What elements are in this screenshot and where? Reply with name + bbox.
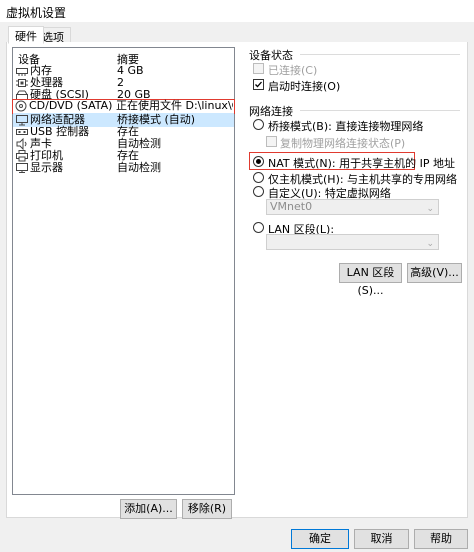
device-name: 显示器 [30,161,63,174]
remove-device-button[interactable]: 移除(R) [182,499,232,519]
nat-radio[interactable] [253,156,264,167]
tab-hardware[interactable]: 硬件 [8,26,44,44]
bridged-radio[interactable] [253,119,264,130]
window-title: 虚拟机设置 [6,6,67,20]
connect-at-power-on-label: 启动时连接(O) [268,80,341,93]
custom-radio[interactable] [253,186,264,197]
ok-button[interactable]: 确定 [291,529,349,549]
replicate-label: 复制物理网络连接状态(P) [280,137,406,150]
bridged-label: 桥接模式(B): 直接连接物理网络 [268,120,424,133]
custom-vmnet-select[interactable]: VMnet0 ⌄ [266,199,439,215]
nat-label: NAT 模式(N): 用于共享主机的 IP 地址 [268,157,455,170]
lan-segment-radio[interactable] [253,222,264,233]
device-row-cdrom[interactable]: CD/DVD (SATA) 正在使用文件 D:\linux\CenoS... [12,99,235,114]
title-bar: 虚拟机设置 [0,0,474,22]
connect-at-power-on-checkbox[interactable] [253,79,264,90]
tab-hardware-label: 硬件 [15,30,37,43]
lan-segments-button[interactable]: LAN 区段(S)... [339,263,402,297]
network-connection-title: 网络连接 [249,105,293,118]
display-icon [16,163,28,173]
device-list[interactable]: 设备 摘要 内存 4 GB 处理器 2 硬盘 (SCSI) 20 GB CD/D… [12,47,235,495]
cancel-button[interactable]: 取消 [354,529,409,549]
device-summary: 自动检测 [117,161,161,174]
connected-label: 已连接(C) [268,64,318,77]
checkmark-icon [255,81,262,88]
cdrom-icon [15,100,27,112]
custom-vmnet-value: VMnet0 [270,200,313,213]
chevron-down-icon: ⌄ [426,204,434,214]
device-row-display[interactable]: 显示器 自动检测 [13,161,234,175]
device-name: CD/DVD (SATA) [29,99,113,112]
lan-segment-select[interactable]: ⌄ [266,234,439,250]
replicate-checkbox[interactable] [266,136,277,147]
device-status-title: 设备状态 [249,49,293,62]
help-button[interactable]: 帮助 [414,529,468,549]
device-summary: 正在使用文件 D:\linux\CenoS... [116,99,233,112]
chevron-down-icon: ⌄ [426,239,434,249]
group-divider [300,110,460,111]
hostonly-radio[interactable] [253,172,264,183]
group-divider [300,54,460,55]
connected-checkbox[interactable] [253,63,264,74]
advanced-button[interactable]: 高级(V)... [407,263,462,283]
add-device-button[interactable]: 添加(A)... [120,499,177,519]
